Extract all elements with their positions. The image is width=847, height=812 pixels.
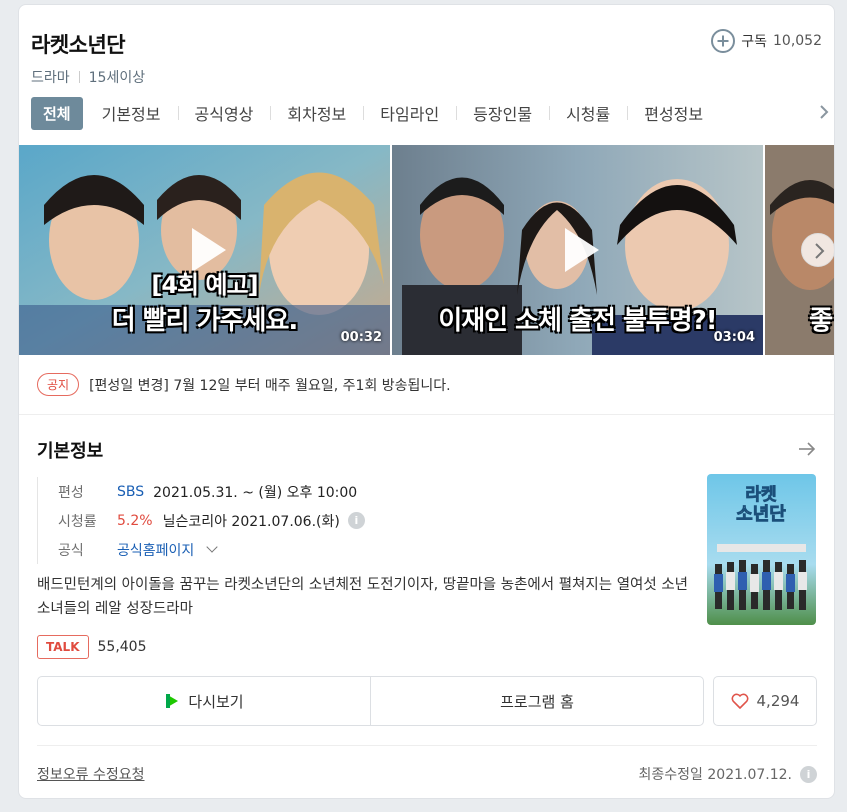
replay-button[interactable]: 다시보기 [38,677,370,725]
schedule-label: 편성 [58,484,84,501]
video-item[interactable]: 이재인 소체 출전 불투명?! 03:04 [392,145,763,355]
tab-timeline[interactable]: 타임라인 [363,101,456,125]
tab-episodes[interactable]: 회차정보 [270,101,363,125]
tab-ratings[interactable]: 시청률 [549,101,627,125]
plus-circle-icon [711,29,736,53]
video-caption: 이재인 소체 출전 불투명?! [392,300,763,337]
tab-official-videos[interactable]: 공식영상 [178,101,271,125]
ratings-value: 5.2% [117,512,153,529]
carousel-next-button[interactable] [801,233,834,267]
action-bar: 다시보기 프로그램 홈 4,294 [37,676,817,726]
program-home-label: 프로그램 홈 [500,692,574,711]
chevron-down-icon[interactable] [206,541,218,553]
basic-info-title[interactable]: 기본정보 [37,437,103,463]
official-homepage-link[interactable]: 공식홈페이지 [117,540,194,560]
video-caption-line1: [4회 예고] [151,271,258,299]
heart-icon [731,693,748,709]
subscribe-label: 구독 [741,34,767,50]
talk-count: 55,405 [97,639,147,655]
arrow-right-icon[interactable] [798,441,816,457]
ratings-label: 시청률 [58,513,97,530]
card-footer: 정보오류 수정요청 최종수정일 2021.07.12. i [37,745,817,798]
video-caption-line2: 좋 [809,306,833,336]
last-updated-text: 최종수정일 2021.07.12. [638,767,792,783]
like-button[interactable]: 4,294 [713,676,817,726]
poster-title-line1: 라켓 [745,485,777,505]
tab-schedule[interactable]: 편성정보 [627,101,720,125]
meta-divider [78,71,80,83]
program-title[interactable]: 라켓소년단 [31,29,126,59]
video-caption-line2: 더 빨리 가주세요. [111,306,298,336]
ratings-source: 닐슨코리아 2021.07.06.(화) [162,513,340,530]
notice-text[interactable]: [편성일 변경] 7월 12일 부터 매주 월요일, 주1회 방송됩니다. [89,375,451,395]
schedule-row: 편성 SBS 2021.05.31. ~ (월) 오후 10:00 [58,477,377,506]
ratings-row: 시청률 5.2% 닐슨코리아 2021.07.06.(화) i [58,506,377,535]
channel-link[interactable]: SBS [117,484,144,500]
program-poster[interactable]: 라켓 소년단 [707,474,816,625]
info-icon[interactable]: i [800,765,817,783]
like-count: 4,294 [756,692,800,710]
basic-info-list: 편성 SBS 2021.05.31. ~ (월) 오후 10:00 시청률 5.… [37,477,377,564]
talk-link[interactable]: TALK 55,405 [37,635,147,659]
genre: 드라마 [31,70,70,86]
report-error-link[interactable]: 정보오류 수정요청 [37,764,145,784]
talk-badge: TALK [37,635,89,659]
schedule-value: 2021.05.31. ~ (월) 오후 10:00 [153,484,358,501]
chevron-right-icon[interactable] [818,105,830,119]
video-carousel: [4회 예고] 더 빨리 가주세요. 00:32 이재인 소체 출전 불투명?!… [19,145,834,355]
last-updated: 최종수정일 2021.07.12. i [639,764,817,784]
poster-image: 라켓 소년단 [707,474,816,625]
tab-characters[interactable]: 등장인물 [456,101,549,125]
chevron-right-icon [815,243,825,259]
action-button-group: 다시보기 프로그램 홈 [37,676,704,726]
age-rating: 15세이상 [88,70,146,86]
replay-play-icon [166,694,179,708]
poster-title-line2: 소년단 [736,504,786,525]
video-duration: 00:32 [340,330,382,345]
video-item[interactable]: 좋 [765,145,834,355]
video-caption-line2: 이재인 소체 출전 불투명?! [438,306,717,336]
tab-basic-info[interactable]: 기본정보 [85,101,178,125]
video-caption: [4회 예고] 더 빨리 가주세요. [19,265,390,337]
subscribe-button[interactable]: 구독 10,052 [711,29,822,53]
info-icon[interactable]: i [347,512,365,529]
notice-badge: 공지 [37,373,80,396]
replay-label: 다시보기 [188,692,244,711]
play-icon [564,228,599,272]
video-item[interactable]: [4회 예고] 더 빨리 가주세요. 00:32 [19,145,390,355]
official-label: 공식 [58,542,84,559]
official-row: 공식 공식홈페이지 [58,535,377,564]
tab-bar: 전체 기본정보 공식영상 회차정보 타임라인 등장인물 시청률 편성정보 [31,95,834,131]
tab-all[interactable]: 전체 [31,96,83,130]
subscribe-count: 10,052 [773,33,822,49]
video-duration: 03:04 [713,330,755,345]
notice-bar: 공지 [편성일 변경] 7월 12일 부터 매주 월요일, 주1회 방송됩니다. [19,355,834,415]
video-caption: 좋 [765,300,834,337]
program-meta: 드라마 15세이상 [31,67,145,87]
program-card: 라켓소년단 구독 10,052 드라마 15세이상 전체 기본정보 공식영상 회… [18,4,835,799]
program-home-button[interactable]: 프로그램 홈 [370,677,703,725]
program-description: 배드민턴계의 아이돌을 꿈꾸는 라켓소년단의 소년체전 도전기이자, 땅끝마을 … [37,577,688,617]
